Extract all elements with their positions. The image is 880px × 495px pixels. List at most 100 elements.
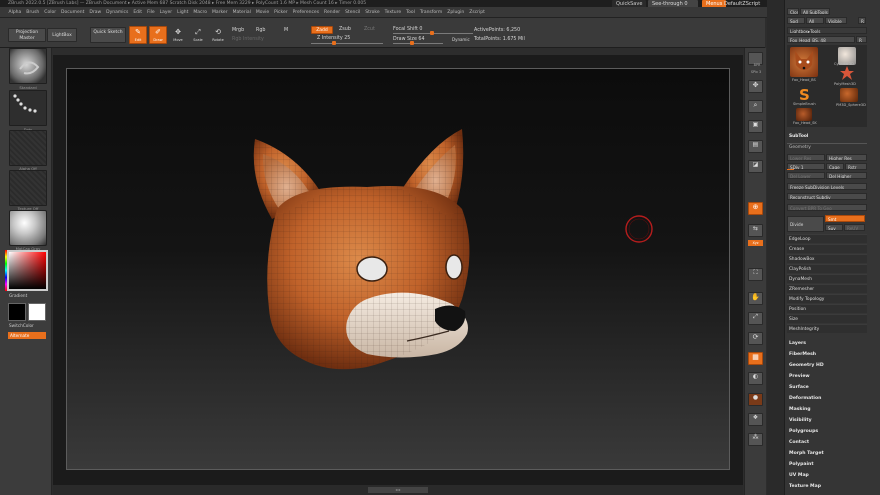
polyf-button[interactable]: ▦: [748, 352, 763, 365]
bottom-shelf-toggle[interactable]: ◂ ▸: [368, 487, 428, 493]
geometry-hd-subpalette[interactable]: Geometry HD: [787, 361, 877, 371]
masking-subpalette[interactable]: Masking: [787, 405, 877, 415]
alpha-thumbnail[interactable]: [9, 130, 47, 166]
reuv-button[interactable]: ReUV: [844, 224, 865, 231]
tray-scrollbar[interactable]: [767, 0, 784, 495]
all-button[interactable]: All: [806, 17, 824, 24]
stroke-thumbnail[interactable]: [9, 90, 47, 126]
dynamic-button[interactable]: Dynamic: [452, 37, 470, 42]
current-tool-slider[interactable]: Fox_Head_BS. 48: [787, 36, 855, 43]
menu-macro[interactable]: Macro: [191, 7, 210, 18]
polygroups-subpalette[interactable]: Polygroups: [787, 427, 877, 437]
menu-alpha[interactable]: Alpha: [6, 7, 24, 18]
simplebrush-tool-thumb[interactable]: S: [796, 86, 812, 104]
mrgb-button[interactable]: Mrgb: [232, 28, 244, 33]
move-button[interactable]: ✥ Move: [169, 26, 187, 44]
rstr-button[interactable]: Rstr: [845, 163, 867, 170]
menu-file[interactable]: File: [145, 7, 158, 18]
surface-subpalette[interactable]: Surface: [787, 383, 877, 393]
focal-shift-slider[interactable]: Focal Shift 0: [393, 27, 422, 32]
color-picker[interactable]: [7, 250, 48, 291]
del-higher-button[interactable]: Del Higher: [826, 172, 867, 179]
ghost-button[interactable]: ⁂: [748, 433, 763, 446]
reconstruct-subdiv-button[interactable]: Reconstruct Subdiv: [787, 193, 867, 200]
draw-button[interactable]: ✐ Draw: [149, 26, 167, 44]
higher-res-button[interactable]: Higher Res: [826, 154, 867, 161]
menu-texture[interactable]: Texture: [382, 7, 403, 18]
visible-button[interactable]: Visible: [825, 17, 847, 24]
edit-button[interactable]: ✎ Edit: [129, 26, 147, 44]
texture-thumbnail[interactable]: [9, 170, 47, 206]
brush-thumbnail[interactable]: [9, 48, 47, 84]
switch-color-button[interactable]: SwitchColor: [9, 323, 34, 328]
fox-sk-tool-thumb[interactable]: [796, 108, 812, 121]
geometry-header[interactable]: Geometry: [789, 145, 811, 150]
zremesher-subpalette[interactable]: ZRemesher: [787, 284, 867, 293]
menu-picker[interactable]: Picker: [272, 7, 290, 18]
tool-r-button[interactable]: R: [856, 36, 867, 43]
rotate-view-button[interactable]: ⟳: [748, 332, 763, 345]
local-button[interactable]: ⊕: [748, 202, 763, 215]
claypolish-subpalette[interactable]: ClayPolish: [787, 264, 867, 273]
transp-button[interactable]: ◐: [748, 372, 763, 385]
projection-master-button[interactable]: Projection Master: [8, 28, 46, 42]
actual-button[interactable]: ▣: [748, 120, 763, 133]
menu-edit[interactable]: Edit: [131, 7, 145, 18]
edgeloop-subpalette[interactable]: EdgeLoop: [787, 234, 867, 243]
scale-view-button[interactable]: ⤢: [748, 312, 763, 325]
menu-color[interactable]: Color: [42, 7, 59, 18]
r-button[interactable]: R: [858, 17, 866, 24]
fibermesh-subpalette[interactable]: FiberMesh: [787, 350, 877, 360]
xyz-button[interactable]: Xyz: [748, 240, 763, 246]
del-lower-button[interactable]: Del Lower: [787, 172, 825, 179]
menu-dynamics[interactable]: Dynamics: [104, 7, 131, 18]
menu-preferences[interactable]: Preferences: [290, 7, 321, 18]
lsym-button[interactable]: ⇆: [748, 224, 763, 237]
convert-bpr-button[interactable]: Convert BPR To Geo: [787, 204, 867, 211]
aahalf-button[interactable]: ▤: [748, 140, 763, 153]
lightbox-button[interactable]: LightBox: [47, 28, 77, 42]
polymesh-tool-thumb[interactable]: [840, 66, 854, 80]
zoom-button[interactable]: ⌕: [748, 100, 763, 113]
dynamesh-subpalette[interactable]: DynaMesh: [787, 274, 867, 283]
menu-stencil[interactable]: Stencil: [343, 7, 363, 18]
secondary-color-swatch[interactable]: [28, 303, 46, 321]
scale-button[interactable]: ⤢ Scale: [189, 26, 207, 44]
fox-head-tool-thumb[interactable]: [790, 47, 818, 77]
shadowbox-subpalette[interactable]: ShadowBox: [787, 254, 867, 263]
xpose-button[interactable]: ❖: [748, 413, 763, 426]
menu-brush[interactable]: Brush: [24, 7, 42, 18]
move-view-button[interactable]: ✋: [748, 292, 763, 305]
draw-size-knob[interactable]: [410, 41, 414, 45]
clone-button[interactable]: Clone: [787, 8, 799, 15]
smt-toggle[interactable]: Smt: [825, 215, 865, 222]
texture-map-subpalette[interactable]: Texture Map: [787, 482, 877, 492]
material-thumbnail[interactable]: [9, 210, 47, 246]
rotate-button[interactable]: ⟲ Rotate: [209, 26, 227, 44]
menu-material[interactable]: Material: [230, 7, 253, 18]
visibility-subpalette[interactable]: Visibility: [787, 416, 877, 426]
rgb-intensity-slider[interactable]: Rgb Intensity: [232, 37, 264, 42]
spix-label[interactable]: SPix 3: [745, 70, 767, 74]
m-button[interactable]: M: [284, 28, 288, 33]
lower-res-button[interactable]: Lower Res: [787, 154, 825, 161]
menu-draw[interactable]: Draw: [87, 7, 104, 18]
focal-shift-knob[interactable]: [430, 31, 434, 35]
draw-size-track[interactable]: [393, 43, 443, 44]
frame-button[interactable]: ⛶: [748, 268, 763, 281]
menu-zplugin[interactable]: Zplugin: [445, 7, 467, 18]
rgb-button[interactable]: Rgb: [256, 28, 265, 33]
menu-document[interactable]: Document: [59, 7, 87, 18]
freeze-subdiv-button[interactable]: Freeze SubDivision Levels: [787, 183, 867, 190]
quick-sketch-button[interactable]: Quick Sketch: [90, 27, 126, 43]
alternate-button[interactable]: Alternate: [8, 332, 46, 339]
sod-button[interactable]: Sod: [787, 17, 805, 24]
menu-render[interactable]: Render: [322, 7, 343, 18]
zcut-button[interactable]: Zcut: [364, 27, 375, 32]
menu-tool[interactable]: Tool: [404, 7, 418, 18]
polypaint-subpalette[interactable]: Polypaint: [787, 460, 877, 470]
modify-topology-subpalette[interactable]: Modify Topology: [787, 294, 867, 303]
scroll-button[interactable]: ✥: [748, 80, 763, 93]
main-color-swatch[interactable]: [8, 303, 26, 321]
position-subpalette[interactable]: Position: [787, 304, 867, 313]
